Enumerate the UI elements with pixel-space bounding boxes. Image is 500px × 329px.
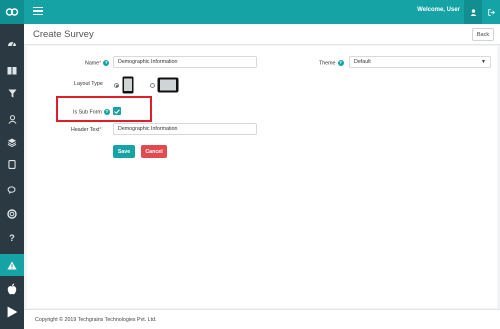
- footer: Copyright © 2019 Techgrains Technologies…: [24, 309, 500, 329]
- layout-portrait-radio[interactable]: [114, 83, 119, 88]
- theme-select[interactable]: Default ▼: [349, 56, 491, 68]
- portrait-tablet-icon[interactable]: [122, 76, 134, 94]
- page-title: Create Survey: [33, 29, 94, 40]
- header-text-input[interactable]: [113, 123, 257, 135]
- help-icon[interactable]: ?: [103, 60, 110, 66]
- required-marker: *: [99, 127, 102, 133]
- highlight-annotation-box: [56, 96, 152, 122]
- header-text-label: Header Text*: [71, 127, 102, 133]
- layout-type-label: Layout Type: [74, 81, 103, 87]
- warning-icon: [7, 261, 17, 269]
- sidebar: ?: [0, 24, 24, 329]
- theme-label: Theme?: [319, 60, 344, 66]
- sidebar-item-ios[interactable]: [0, 278, 24, 300]
- caret-down-icon: ▼: [481, 59, 486, 65]
- tablet-icon: [8, 159, 16, 169]
- theme-select-value: Default: [354, 59, 371, 65]
- play-store-icon: [7, 306, 17, 318]
- apple-icon: [7, 283, 17, 295]
- layout-landscape-radio[interactable]: [150, 83, 155, 88]
- sidebar-item-dashboard[interactable]: [0, 32, 24, 54]
- copyright-text: Copyright © 2019 Techgrains Technologies…: [35, 317, 157, 323]
- sidebar-item-users[interactable]: [0, 108, 24, 130]
- sidebar-item-filter[interactable]: [0, 82, 24, 104]
- link-logo-icon: [5, 8, 19, 16]
- back-button[interactable]: Back: [472, 28, 494, 41]
- sidebar-item-android[interactable]: [0, 301, 24, 323]
- app-logo[interactable]: [0, 0, 24, 24]
- hamburger-icon-bar: [33, 13, 43, 15]
- sidebar-item-alerts[interactable]: [0, 254, 24, 276]
- save-button[interactable]: Save: [113, 145, 135, 158]
- name-label-text: Name: [85, 60, 100, 67]
- required-marker: *: [99, 60, 102, 67]
- name-label: Name*?: [85, 60, 110, 67]
- sidebar-item-book[interactable]: [0, 59, 24, 81]
- cancel-button[interactable]: Cancel: [141, 145, 167, 158]
- logout-button[interactable]: [482, 0, 500, 24]
- help-icon[interactable]: ?: [337, 60, 344, 66]
- sidebar-item-help[interactable]: ?: [0, 227, 24, 249]
- question-icon: ?: [9, 233, 15, 243]
- name-input[interactable]: [113, 56, 257, 68]
- sidebar-item-comments[interactable]: [0, 179, 24, 201]
- user-profile-button[interactable]: [464, 0, 482, 24]
- hamburger-icon-bar: [33, 7, 43, 9]
- user-icon: [470, 8, 476, 16]
- sidebar-item-layers[interactable]: [0, 131, 24, 153]
- dashboard-icon: [8, 41, 16, 47]
- page-header: Create Survey Back: [24, 24, 500, 45]
- theme-label-text: Theme: [319, 60, 336, 67]
- lifebuoy-icon: [7, 209, 17, 219]
- menu-toggle-button[interactable]: [32, 5, 44, 17]
- layers-icon: [7, 137, 17, 147]
- sidebar-item-support[interactable]: [0, 203, 24, 225]
- top-navbar: Welcome, User: [0, 0, 500, 24]
- book-icon: [7, 66, 17, 74]
- logout-icon: [487, 8, 495, 16]
- comments-icon: [7, 185, 16, 194]
- create-survey-form: Name*? Theme? Default ▼ Layout Type Is S…: [27, 46, 497, 308]
- filter-icon: [7, 88, 17, 98]
- sidebar-item-tablet[interactable]: [0, 153, 24, 175]
- landscape-tablet-icon[interactable]: [157, 77, 179, 93]
- welcome-text: Welcome, User: [417, 7, 460, 13]
- user-icon: [8, 114, 16, 124]
- header-text-label-text: Header Text: [71, 127, 100, 133]
- hamburger-icon-bar: [33, 10, 43, 12]
